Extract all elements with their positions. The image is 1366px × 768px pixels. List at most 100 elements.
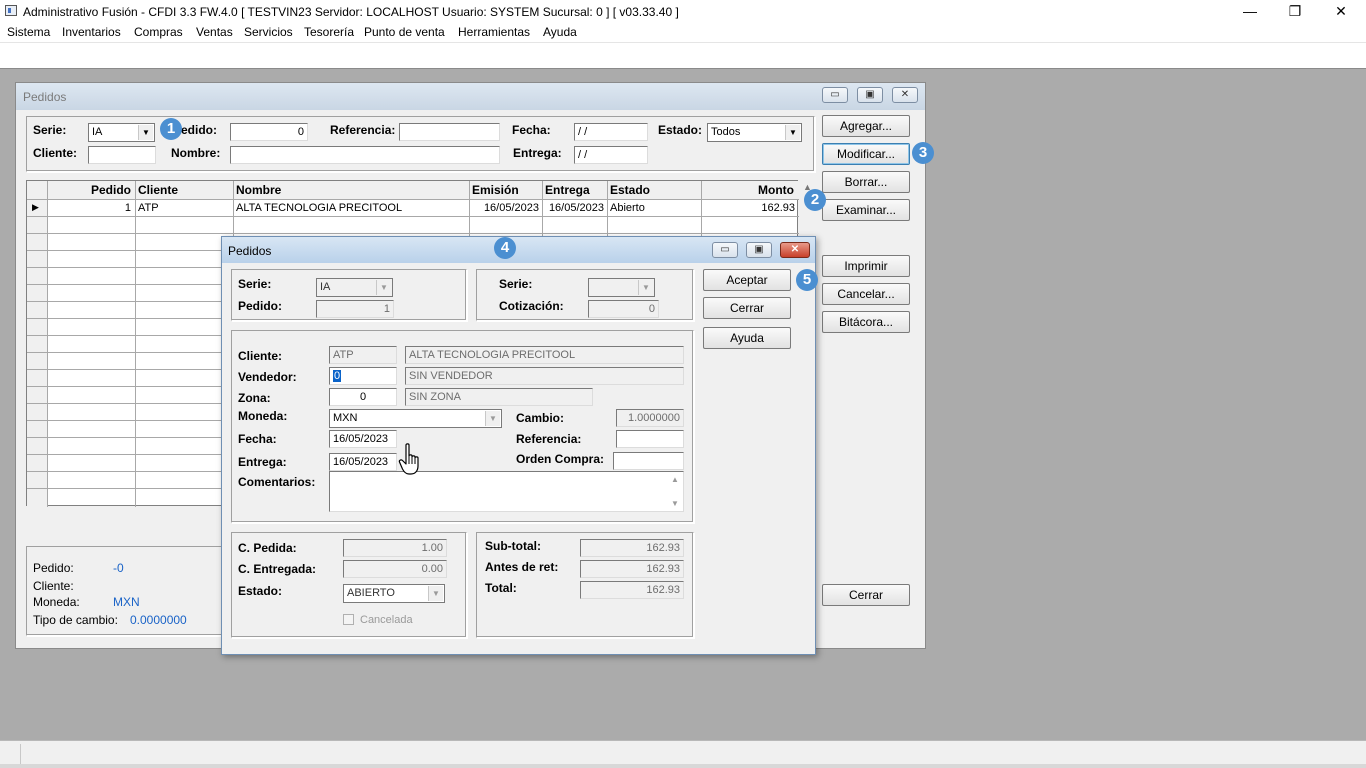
cancelar-button[interactable]: Cancelar... (822, 283, 910, 305)
dlg-cerrar-button[interactable]: Cerrar (703, 297, 791, 319)
dlg-comentarios-textarea[interactable] (329, 471, 684, 512)
pedido-label: edido: (181, 123, 217, 137)
menu-compras[interactable]: Compras (134, 25, 183, 39)
column-header-pedido[interactable]: Pedido (49, 183, 131, 197)
dlg-estado-label: Estado: (238, 584, 283, 598)
pedido-input[interactable]: 0 (230, 123, 308, 141)
dlg-pedido-input[interactable]: 1 (316, 300, 394, 318)
agregar-button[interactable]: Agregar... (822, 115, 910, 137)
dlg-serie-label: Serie: (238, 277, 272, 291)
estado-label: Estado: (658, 123, 703, 137)
menu-sistema[interactable]: Sistema (7, 25, 50, 39)
cell-entrega[interactable]: 16/05/2023 (544, 202, 604, 214)
column-header-monto[interactable]: Monto (704, 183, 794, 197)
dlg-zona-label: Zona: (238, 391, 271, 405)
step-badge-2: 2 (804, 189, 826, 211)
maximize-icon[interactable]: ▣ (857, 87, 883, 103)
serie-select-value: IA (92, 126, 103, 138)
cliente-input[interactable] (88, 146, 156, 164)
cell-nombre[interactable]: ALTA TECNOLOGIA PRECITOOL (236, 202, 402, 214)
dlg-fecha-label: Fecha: (238, 432, 277, 446)
dlg-total-input[interactable]: 162.93 (580, 581, 684, 599)
nombre-input[interactable] (230, 146, 500, 164)
menu-ayuda[interactable]: Ayuda (543, 25, 577, 39)
chevron-down-icon: ▼ (428, 586, 443, 601)
menu-ventas[interactable]: Ventas (196, 25, 233, 39)
minimize-icon[interactable]: — (1227, 0, 1273, 23)
menu-tesoreria[interactable]: Tesorería (304, 25, 354, 39)
bitacora-button[interactable]: Bitácora... (822, 311, 910, 333)
dlg-cliente-code[interactable]: ATP (329, 346, 397, 364)
dlg-serie-select[interactable]: IA ▼ (316, 278, 393, 297)
minimize-icon[interactable]: ▭ (712, 242, 738, 258)
close-icon[interactable]: ✕ (892, 87, 918, 103)
pedido-dialog-caption: Pedidos ▭ ▣ ✕ (222, 237, 815, 263)
column-header-estado[interactable]: Estado (610, 183, 650, 197)
column-header-nombre[interactable]: Nombre (236, 183, 281, 197)
dlg-c-pedida-input[interactable]: 1.00 (343, 539, 447, 557)
pedido-dialog-title: Pedidos (228, 244, 272, 258)
close-icon[interactable]: ✕ (1318, 0, 1364, 23)
column-header-emision[interactable]: Emisión (472, 183, 519, 197)
dlg-orden-compra-input[interactable] (613, 452, 684, 470)
scroll-down-icon[interactable]: ▼ (671, 499, 679, 508)
info-moneda-label: Moneda: (33, 595, 80, 609)
modificar-button[interactable]: Modificar... (822, 143, 910, 165)
dlg-zona-name: SIN ZONA (405, 388, 593, 406)
dlg-cotizacion-input[interactable]: 0 (588, 300, 659, 318)
title-bar: Administrativo Fusión - CFDI 3.3 FW.4.0 … (0, 0, 1366, 23)
dlg-c-entregada-input[interactable]: 0.00 (343, 560, 447, 578)
scroll-up-icon[interactable]: ▲ (671, 475, 679, 484)
dlg-cambio-input[interactable]: 1.0000000 (616, 409, 684, 427)
app-title: Administrativo Fusión - CFDI 3.3 FW.4.0 … (23, 5, 679, 19)
entrega-label: Entrega: (513, 146, 562, 160)
column-header-cliente[interactable]: Cliente (138, 183, 178, 197)
dlg-fecha-input[interactable]: 16/05/2023 (329, 430, 397, 448)
dlg-serie2-label: Serie: (499, 277, 533, 291)
dlg-subtotal-input[interactable]: 162.93 (580, 539, 684, 557)
cliente-label: Cliente: (33, 146, 78, 160)
dlg-vendedor-input[interactable]: 0 (329, 367, 397, 385)
menu-servicios[interactable]: Servicios (244, 25, 293, 39)
ayuda-button[interactable]: Ayuda (703, 327, 791, 349)
referencia-input[interactable] (399, 123, 500, 141)
dlg-antes-ret-input[interactable]: 162.93 (580, 560, 684, 578)
cell-cliente[interactable]: ATP (138, 202, 159, 214)
cell-monto[interactable]: 162.93 (704, 202, 795, 214)
close-icon[interactable]: ✕ (780, 242, 810, 258)
menu-herramientas[interactable]: Herramientas (458, 25, 530, 39)
status-bar-divider (20, 744, 21, 764)
maximize-icon[interactable]: ▣ (746, 242, 772, 258)
dlg-entrega-input[interactable]: 16/05/2023 (329, 453, 397, 471)
dlg-referencia-input[interactable] (616, 430, 684, 448)
cell-emision[interactable]: 16/05/2023 (471, 202, 539, 214)
chevron-down-icon: ▼ (376, 280, 391, 295)
fecha-input[interactable]: / / (574, 123, 648, 141)
estado-select[interactable]: Todos ▼ (707, 123, 802, 142)
dlg-vendedor-name: SIN VENDEDOR (405, 367, 684, 385)
dlg-moneda-select[interactable]: MXN ▼ (329, 409, 502, 428)
pedido-dialog: Pedidos ▭ ▣ ✕ Serie: IA ▼ Pedido: 1 Serie… (221, 236, 816, 655)
cell-pedido[interactable]: 1 (49, 202, 131, 214)
menu-punto-de-venta[interactable]: Punto de venta (364, 25, 445, 39)
dlg-estado-select[interactable]: ABIERTO ▼ (343, 584, 445, 603)
dlg-cambio-label: Cambio: (516, 411, 564, 425)
examinar-button[interactable]: Examinar... (822, 199, 910, 221)
borrar-button[interactable]: Borrar... (822, 171, 910, 193)
dlg-zona-input[interactable]: 0 (329, 388, 397, 406)
minimize-icon[interactable]: ▭ (822, 87, 848, 103)
dlg-estado-select-value: ABIERTO (347, 587, 395, 599)
entrega-input[interactable]: / / (574, 146, 648, 164)
info-tipo-cambio-value: 0.0000000 (130, 613, 187, 627)
aceptar-button[interactable]: Aceptar (703, 269, 791, 291)
cerrar-button[interactable]: Cerrar (822, 584, 910, 606)
column-header-entrega[interactable]: Entrega (545, 183, 590, 197)
menu-inventarios[interactable]: Inventarios (62, 25, 121, 39)
serie-select[interactable]: IA ▼ (88, 123, 155, 142)
dlg-serie2-select[interactable]: ▼ (588, 278, 655, 297)
chevron-down-icon: ▼ (138, 125, 153, 140)
cancelada-checkbox[interactable] (343, 614, 354, 625)
cell-estado[interactable]: Abierto (610, 202, 645, 214)
restore-icon[interactable]: ❐ (1272, 0, 1318, 23)
imprimir-button[interactable]: Imprimir (822, 255, 910, 277)
